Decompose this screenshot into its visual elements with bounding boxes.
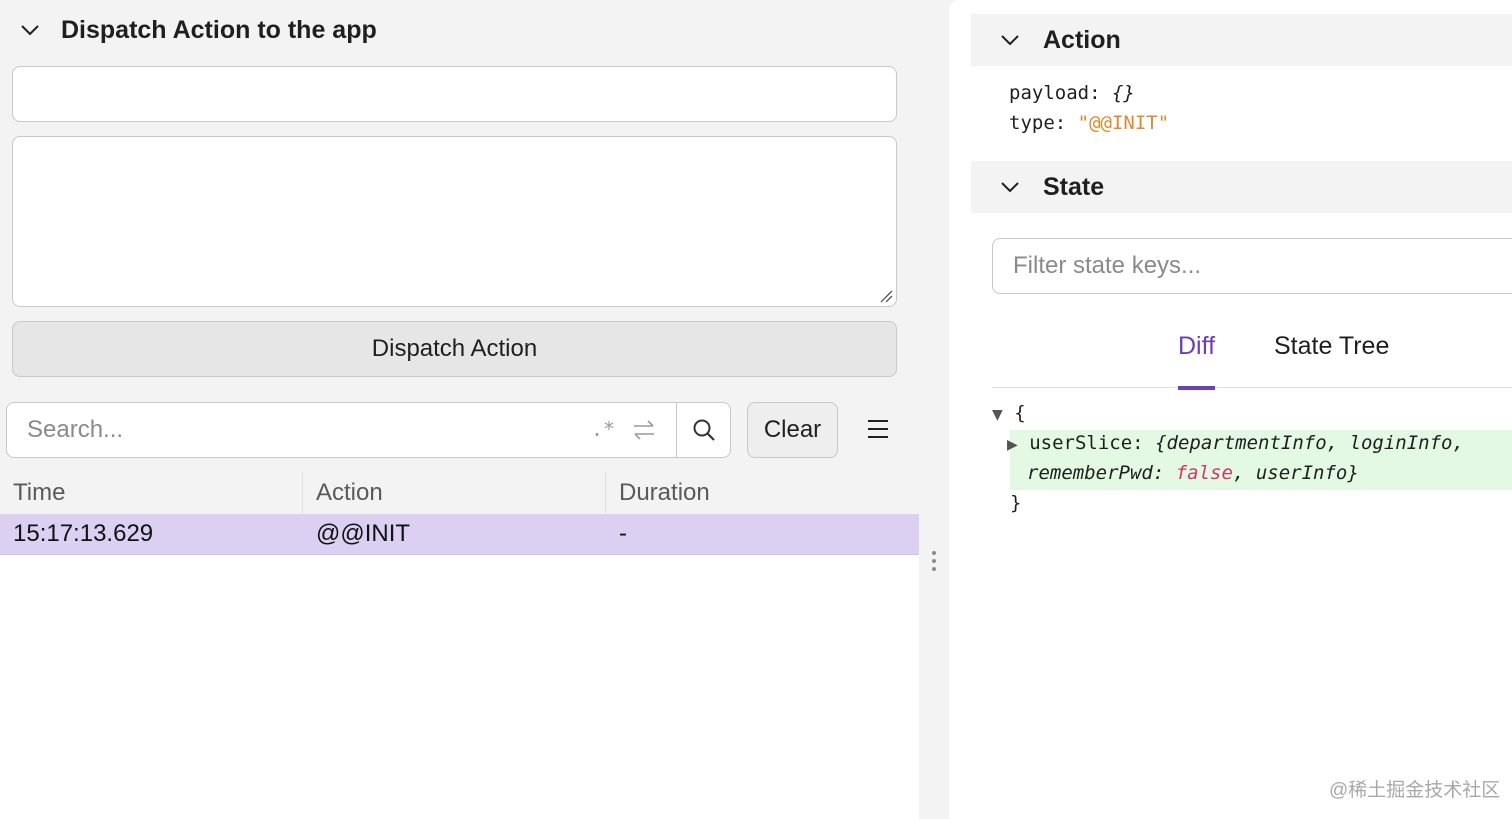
clear-button[interactable]: Clear: [747, 402, 838, 458]
row-duration: -: [619, 520, 627, 547]
payload-line: payload: {}: [1009, 78, 1169, 108]
row-action: @@INIT: [316, 520, 411, 547]
tab-diff[interactable]: Diff: [1178, 332, 1216, 390]
expanded-triangle-icon[interactable]: ▼: [992, 407, 1003, 423]
filter-state-input[interactable]: [992, 238, 1512, 294]
action-section-header[interactable]: Action: [971, 14, 1512, 66]
tab-state-tree[interactable]: State Tree: [1274, 332, 1389, 388]
splitter-grip-dot: [932, 559, 936, 563]
remember-pwd-value: false: [1175, 462, 1233, 484]
payload-value: {}: [1111, 82, 1135, 104]
pane-splitter[interactable]: [919, 0, 949, 819]
log-table-header: Time Action Duration: [0, 472, 919, 514]
userslice-key: userSlice:: [1029, 432, 1144, 454]
chevron-down-icon[interactable]: [997, 174, 1023, 200]
chevron-down-icon[interactable]: [997, 27, 1023, 53]
search-input[interactable]: [13, 404, 573, 456]
tab-diff-label: Diff: [1178, 332, 1216, 360]
dispatch-header[interactable]: Dispatch Action to the app: [0, 4, 919, 56]
chevron-down-icon[interactable]: [17, 17, 43, 43]
action-payload-textarea[interactable]: [12, 136, 897, 307]
state-tabs: Diff State Tree: [992, 318, 1512, 390]
column-header-action[interactable]: Action: [303, 472, 606, 514]
state-section-header[interactable]: State: [971, 161, 1512, 213]
dispatch-action-button[interactable]: Dispatch Action: [12, 321, 897, 377]
userslice-value-end: , userInfo}: [1232, 462, 1359, 484]
remember-pwd-key: rememberPwd:: [1027, 462, 1165, 484]
action-json: payload: {} type: "@@INIT": [1009, 78, 1169, 138]
type-key: type:: [1009, 112, 1067, 134]
case-swap-icon[interactable]: [631, 417, 657, 443]
tree-node-userslice-cont: rememberPwd: false, userInfo}: [1027, 462, 1359, 484]
redux-devtools-window: Dispatch Action to the app Dispatch Acti…: [0, 0, 1512, 819]
column-header-time[interactable]: Time: [0, 472, 303, 514]
watermark: @稀土掘金技术社区: [1329, 780, 1501, 801]
collapsed-triangle-icon[interactable]: ▶: [1007, 437, 1018, 453]
resize-grip-icon[interactable]: [878, 288, 894, 304]
search-button[interactable]: [676, 403, 731, 457]
userslice-value-1: {departmentInfo, loginInfo,: [1155, 432, 1464, 454]
action-type-input[interactable]: [12, 66, 897, 122]
dispatch-title: Dispatch Action to the app: [61, 15, 377, 44]
table-row[interactable]: 15:17:13.629 @@INIT -: [0, 514, 919, 555]
type-line: type: "@@INIT": [1009, 108, 1169, 138]
row-time: 15:17:13.629: [13, 520, 154, 547]
search-icon: [693, 419, 715, 441]
menu-icon[interactable]: [865, 416, 891, 442]
tree-node-userslice: ▶ userSlice: {departmentInfo, loginInfo,: [1007, 432, 1464, 454]
inspector-pane: Action payload: {} type: "@@INIT" State …: [949, 0, 1512, 819]
active-tab-underline: [1178, 386, 1216, 390]
regex-toggle-icon[interactable]: .*: [591, 417, 615, 441]
close-brace: }: [1010, 492, 1022, 514]
splitter-grip-dot: [932, 551, 936, 555]
state-section-title: State: [1043, 172, 1105, 201]
log-toolbar: .* Clear: [0, 388, 919, 472]
open-brace: {: [1014, 402, 1026, 424]
left-pane: Dispatch Action to the app Dispatch Acti…: [0, 0, 919, 819]
splitter-grip-dot: [932, 567, 936, 571]
tree-root-line: ▼ {: [992, 402, 1026, 424]
column-header-duration[interactable]: Duration: [606, 472, 919, 514]
payload-key: payload:: [1009, 82, 1101, 104]
action-section-title: Action: [1043, 25, 1121, 54]
search-box: .*: [6, 402, 731, 458]
dispatch-section: Dispatch Action to the app Dispatch Acti…: [0, 0, 919, 388]
type-value: "@@INIT": [1077, 112, 1170, 134]
